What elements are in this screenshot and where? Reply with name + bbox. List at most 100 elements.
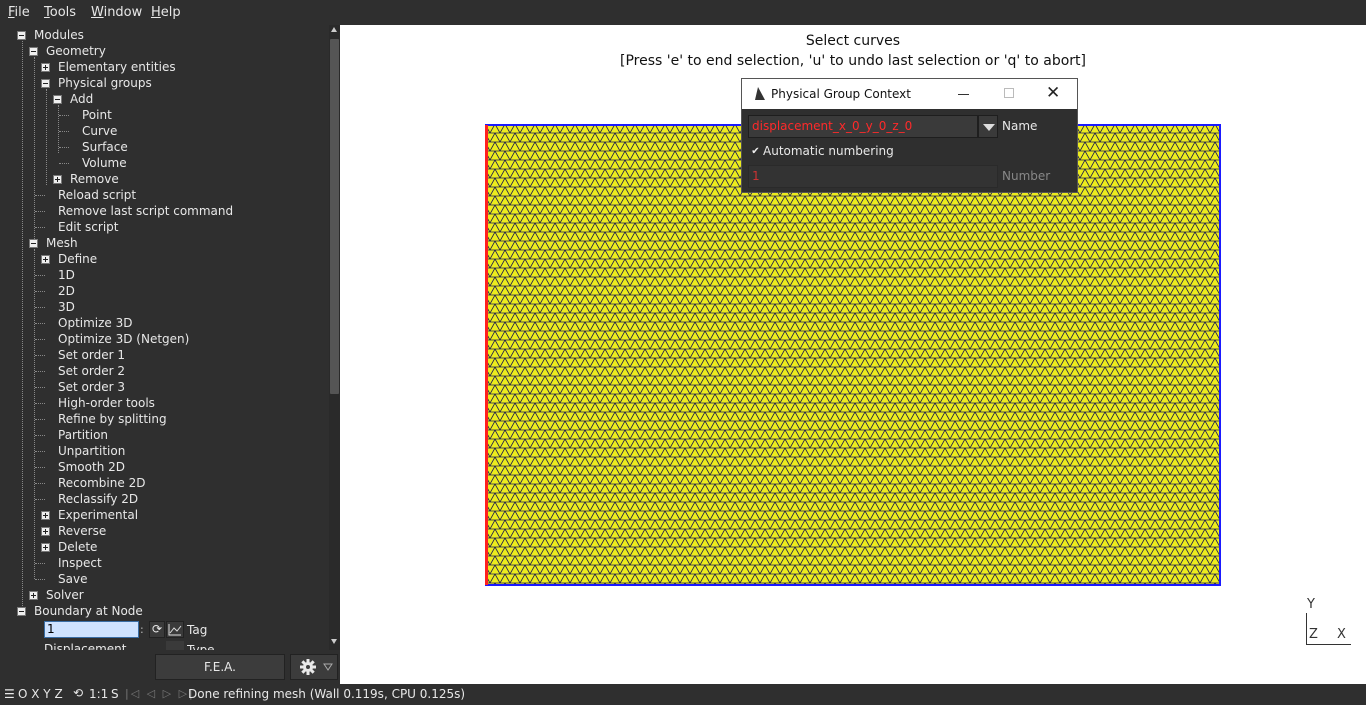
collapse-icon[interactable]: [29, 47, 38, 56]
maximize-icon[interactable]: [1004, 88, 1014, 98]
tree-line: [35, 371, 45, 372]
fea-button[interactable]: F.E.A.: [155, 654, 285, 680]
tree-scrollbar[interactable]: [329, 25, 340, 650]
tree-item-define[interactable]: Define: [58, 251, 97, 267]
type-label: Type: [187, 643, 215, 650]
tree-line: [35, 227, 45, 228]
settings-button[interactable]: [290, 654, 338, 680]
expand-icon[interactable]: [29, 591, 38, 600]
chevron-down-icon[interactable]: [166, 641, 184, 650]
tree-item-mesh-op[interactable]: 2D: [58, 283, 75, 299]
tree-line: [35, 483, 45, 484]
tree-item-reload-script[interactable]: Reload script: [58, 187, 136, 203]
name-dropdown[interactable]: [978, 115, 998, 138]
expand-icon[interactable]: [41, 527, 50, 536]
tree-item-remove-last-command[interactable]: Remove last script command: [58, 203, 233, 219]
tree-item-volume[interactable]: Volume: [82, 155, 127, 171]
mesh-triangles: [486, 125, 1220, 585]
tag-input[interactable]: 1: [44, 621, 139, 638]
menu-window[interactable]: Window: [91, 5, 142, 20]
s-button[interactable]: S: [111, 687, 119, 701]
tree-item-delete[interactable]: Delete: [58, 539, 97, 555]
tree-item-mesh-op[interactable]: Set order 3: [58, 379, 125, 395]
menu-file[interactable]: File: [8, 5, 30, 20]
expand-icon[interactable]: [41, 255, 50, 264]
tree-item-mesh-op[interactable]: Optimize 3D (Netgen): [58, 331, 189, 347]
menu-lines-icon[interactable]: ☰: [4, 687, 15, 701]
collapse-icon[interactable]: [53, 95, 62, 104]
tree-item-mesh-op[interactable]: Recombine 2D: [58, 475, 145, 491]
expand-icon[interactable]: [41, 63, 50, 72]
scroll-up-icon[interactable]: [331, 27, 337, 32]
tree-item-mesh-op[interactable]: Optimize 3D: [58, 315, 133, 331]
tree-item-mesh[interactable]: Mesh: [46, 235, 78, 251]
rotate-icon[interactable]: ⟲: [73, 686, 83, 700]
tree-item-physical-groups[interactable]: Physical groups: [58, 75, 152, 91]
tag-label: Tag: [187, 623, 208, 637]
tree-item-boundary[interactable]: Boundary at Node: [34, 603, 143, 619]
tree-item-mesh-op[interactable]: Partition: [58, 427, 108, 443]
scroll-down-icon[interactable]: [331, 639, 337, 644]
auto-numbering-checkbox[interactable]: ✔: [750, 146, 761, 157]
expand-icon[interactable]: [41, 511, 50, 520]
axis-y-label: Y: [1307, 597, 1315, 612]
tree-item-edit-script[interactable]: Edit script: [58, 219, 119, 235]
tree-item-reverse[interactable]: Reverse: [58, 523, 106, 539]
tree-item-mesh-op[interactable]: High-order tools: [58, 395, 155, 411]
tree-item-mesh-op[interactable]: Smooth 2D: [58, 459, 125, 475]
tree-line: [34, 57, 35, 243]
tree-item-geometry[interactable]: Geometry: [46, 43, 106, 59]
tree-item-mesh-op[interactable]: Reclassify 2D: [58, 491, 138, 507]
tree-item-save[interactable]: Save: [58, 571, 87, 587]
mesh-surface[interactable]: [485, 124, 1221, 586]
tag-stepper[interactable]: :: [140, 621, 148, 638]
minimize-icon[interactable]: [958, 94, 969, 95]
collapse-icon[interactable]: [41, 79, 50, 88]
view-axes-buttons[interactable]: O X Y Z: [18, 687, 63, 701]
tree-line: [35, 275, 45, 276]
tree-item-mesh-op[interactable]: 3D: [58, 299, 75, 315]
menu-tools[interactable]: Tools: [44, 5, 76, 20]
name-label: Name: [1002, 119, 1038, 133]
tree-item-inspect[interactable]: Inspect: [58, 555, 102, 571]
expand-icon[interactable]: [41, 543, 50, 552]
tree-item-solver[interactable]: Solver: [46, 587, 84, 603]
menu-bar: File Tools Window Help: [0, 0, 1366, 25]
tree-item-elementary-entities[interactable]: Elementary entities: [58, 59, 176, 75]
tree-item-remove[interactable]: Remove: [70, 171, 119, 187]
axis-y-line: [1306, 613, 1307, 645]
playback-controls-icon[interactable]: |◁ ◁ ▷ ▷|: [125, 687, 195, 700]
tree-item-point[interactable]: Point: [82, 107, 112, 123]
graph-icon[interactable]: [166, 621, 184, 638]
tree-item-mesh-op[interactable]: Refine by splitting: [58, 411, 167, 427]
status-bar: ☰ O X Y Z ⟲ 1:1 S |◁ ◁ ▷ ▷| Done refinin…: [0, 684, 1366, 705]
tree-line: [35, 499, 45, 500]
tree-line: [35, 355, 45, 356]
menu-help[interactable]: Help: [151, 5, 181, 20]
tree-item-mesh-op[interactable]: Set order 2: [58, 363, 125, 379]
dialog-titlebar[interactable]: Physical Group Context ✕: [742, 79, 1077, 109]
tree-item-surface[interactable]: Surface: [82, 139, 128, 155]
expand-icon[interactable]: [53, 175, 62, 184]
collapse-icon[interactable]: [17, 31, 26, 40]
prompt-title: Select curves: [805, 33, 901, 49]
tree-item-mesh-op[interactable]: 1D: [58, 267, 75, 283]
tree-item-mesh-op[interactable]: Set order 1: [58, 347, 125, 363]
name-field[interactable]: displacement_x_0_y_0_z_0: [748, 115, 978, 138]
collapse-icon[interactable]: [17, 607, 26, 616]
tree-item-curve[interactable]: Curve: [82, 123, 117, 139]
tree-item-experimental[interactable]: Experimental: [58, 507, 138, 523]
gmsh-logo-icon: [755, 87, 765, 100]
collapse-icon[interactable]: [29, 239, 38, 248]
type-select[interactable]: Displacement: [44, 641, 164, 650]
scroll-thumb[interactable]: [330, 39, 339, 394]
scale-button[interactable]: 1:1: [89, 687, 108, 701]
tree-line: [35, 339, 45, 340]
tree-item-add[interactable]: Add: [70, 91, 93, 107]
tree-item-mesh-op[interactable]: Unpartition: [58, 443, 125, 459]
refresh-icon[interactable]: ⟳: [149, 621, 165, 638]
tree-line: [59, 131, 69, 132]
tree-item-modules[interactable]: Modules: [34, 27, 84, 43]
close-icon[interactable]: ✕: [1046, 84, 1060, 102]
number-field[interactable]: 1: [748, 165, 998, 188]
